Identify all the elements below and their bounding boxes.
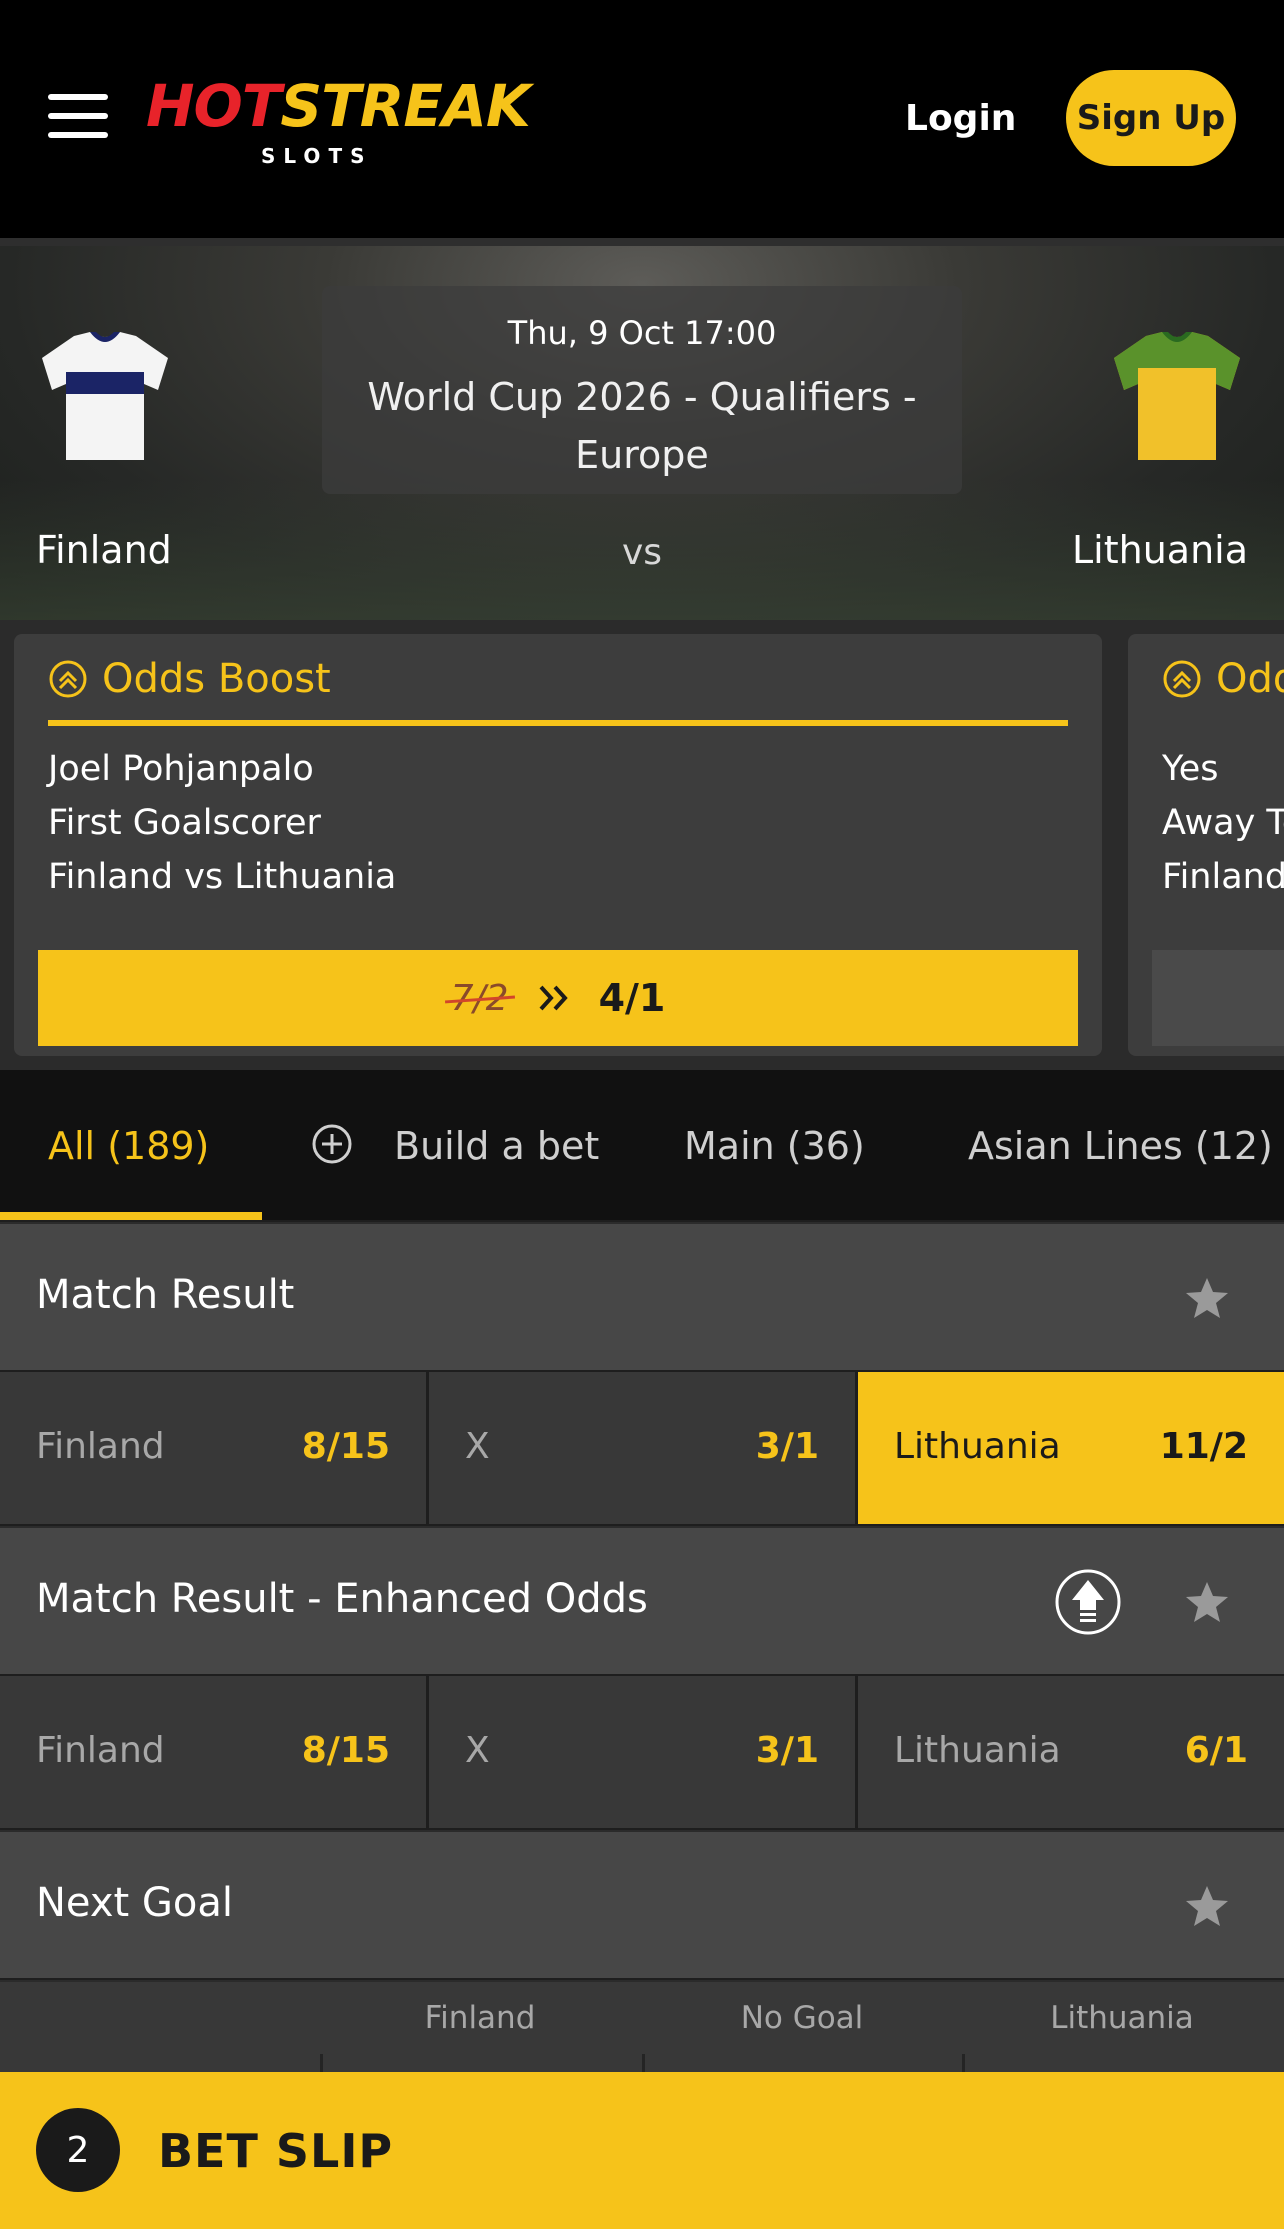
header-divider	[0, 238, 1284, 246]
selection-home[interactable]: Finland 8/15	[0, 1676, 426, 1828]
tab-build-a-bet[interactable]: Build a bet	[394, 1124, 599, 1168]
selection-away[interactable]: Lithuania 6/1	[858, 1676, 1284, 1828]
next-goal-column-headers: Finland No Goal Lithuania	[0, 1980, 1284, 2056]
double-chevron-right-icon	[539, 985, 568, 1011]
login-link[interactable]: Login	[905, 98, 1016, 139]
home-jersey-icon	[42, 332, 168, 460]
odds-boost-carousel[interactable]: Odds Boost Joel Pohjanpalo First Goalsco…	[0, 620, 1284, 1070]
original-odds: 7/2	[450, 977, 509, 1019]
competition-name: World Cup 2026 - Qualifiers - Europe	[367, 375, 917, 477]
add-circle-icon[interactable]	[310, 1122, 354, 1166]
column-header: Lithuania	[1050, 2000, 1194, 2036]
odds-boost-card[interactable]: Odds Boost Joel Pohjanpalo First Goalsco…	[14, 634, 1102, 1056]
selection-away[interactable]: Lithuania 11/2	[858, 1372, 1284, 1524]
favourite-star-icon[interactable]	[1182, 1274, 1232, 1324]
boosted-odds: 4/1	[598, 976, 666, 1020]
tab-all[interactable]: All (189)	[48, 1124, 209, 1168]
menu-icon[interactable]	[48, 94, 108, 138]
boost-description: Yes Away Team Finland vs Lithuania	[1162, 749, 1284, 897]
selection-row: Finland 8/15 X 3/1 Lithuania 11/2	[0, 1372, 1284, 1524]
home-team-name: Finland	[36, 528, 172, 572]
active-tab-indicator	[0, 1212, 262, 1220]
bet-slip-bar[interactable]: 2 BET SLIP	[0, 2072, 1284, 2229]
event-datetime: Thu, 9 Oct 17:00	[507, 314, 777, 352]
market-title: Match Result - Enhanced Odds	[36, 1576, 648, 1622]
boost-chevron-icon	[1163, 660, 1201, 698]
event-hero: Thu, 9 Oct 17:00 World Cup 2026 - Qualif…	[0, 246, 1284, 620]
market-header-next-goal[interactable]: Next Goal	[0, 1830, 1284, 1978]
favourite-star-icon[interactable]	[1182, 1882, 1232, 1932]
column-header: Finland	[424, 2000, 536, 2036]
boost-divider	[48, 720, 1068, 726]
tab-asian-lines[interactable]: Asian Lines (12)	[968, 1124, 1273, 1168]
selection-draw[interactable]: X 3/1	[429, 1676, 855, 1828]
away-team-name: Lithuania	[1071, 528, 1248, 572]
boost-title: Odds Boost	[1216, 656, 1284, 702]
market-tabs: All (189) Build a bet Main (36) Asian Li…	[0, 1070, 1284, 1220]
favourite-star-icon[interactable]	[1182, 1578, 1232, 1628]
boost-title: Odds Boost	[102, 656, 331, 702]
boost-description: Joel Pohjanpalo First Goalscorer Finland…	[48, 749, 397, 897]
odds-boost-card[interactable]: Odds Boost Yes Away Team Finland vs Lith…	[1128, 634, 1284, 1056]
boost-price-button[interactable]: 7/2 4/1	[38, 950, 1078, 1046]
versus-label: vs	[622, 532, 663, 573]
sign-up-button[interactable]: Sign Up	[1066, 70, 1236, 166]
selection-row: Finland 8/15 X 3/1 Lithuania 6/1	[0, 1676, 1284, 1828]
bet-slip-count-badge: 2	[36, 2108, 120, 2192]
market-header-enhanced-odds[interactable]: Match Result - Enhanced Odds	[0, 1526, 1284, 1674]
top-header: HOTSTREAK SLOTS Login Sign Up	[0, 0, 1284, 238]
price-boost-icon	[1055, 1569, 1121, 1635]
column-header: No Goal	[740, 2000, 864, 2036]
event-info-box: Thu, 9 Oct 17:00 World Cup 2026 - Qualif…	[322, 286, 962, 494]
selection-home[interactable]: Finland 8/15	[0, 1372, 426, 1524]
market-title: Next Goal	[36, 1880, 233, 1926]
boost-chevron-icon	[49, 660, 87, 698]
boost-price-button[interactable]	[1152, 950, 1284, 1046]
market-title: Match Result	[36, 1272, 295, 1318]
bet-slip-label: BET SLIP	[158, 2124, 394, 2178]
next-goal-cells	[0, 2054, 1284, 2074]
brand-logo[interactable]: HOTSTREAK SLOTS	[146, 74, 531, 174]
tab-main[interactable]: Main (36)	[684, 1124, 865, 1168]
selection-draw[interactable]: X 3/1	[429, 1372, 855, 1524]
away-jersey-icon	[1114, 332, 1240, 460]
market-header-match-result[interactable]: Match Result	[0, 1222, 1284, 1370]
